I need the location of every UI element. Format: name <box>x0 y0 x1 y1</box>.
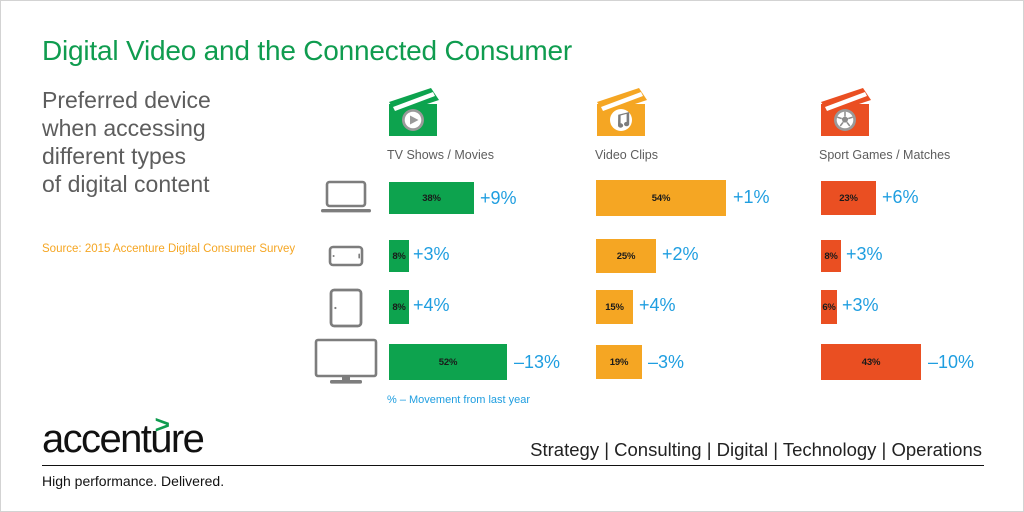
clapperboard-music-icon <box>597 88 647 136</box>
accenture-tagline: High performance. Delivered. <box>42 473 225 489</box>
delta-sport-games-smartphone: +3% <box>846 244 883 264</box>
column-label-video-clips: Video Clips <box>595 148 659 162</box>
bar-tv-shows-laptop[interactable]: 38% <box>389 182 474 214</box>
bar-value: 8% <box>824 250 838 262</box>
smartphone-icon <box>328 245 364 267</box>
bar-sport-games-laptop[interactable]: 23% <box>821 181 876 215</box>
source-note: Source: 2015 Accenture Digital Consumer … <box>42 243 296 255</box>
delta-sport-games-television: –10% <box>928 352 975 372</box>
clapperboard-sports-icon <box>821 88 871 136</box>
laptop-icon <box>321 180 371 213</box>
bar-video-clips-laptop[interactable]: 54% <box>596 180 726 216</box>
bar-value: 25% <box>616 250 636 262</box>
bar-value: 8% <box>392 250 406 262</box>
bar-video-clips-tablet[interactable]: 15% <box>596 290 633 324</box>
delta-tv-shows-laptop: +9% <box>480 188 517 208</box>
infographic-canvas: Digital Video and the Connected Consumer… <box>0 0 1024 512</box>
bar-sport-games-television[interactable]: 43% <box>821 344 921 380</box>
subtitle-line-1: Preferred device <box>42 87 211 113</box>
bar-sport-games-tablet[interactable]: 6% <box>821 290 837 324</box>
bar-value: 43% <box>861 356 881 368</box>
footer-divider <box>42 465 984 466</box>
delta-sport-games-tablet: +3% <box>842 295 879 315</box>
tablet-icon <box>329 288 363 328</box>
bar-value: 8% <box>392 301 406 313</box>
bar-tv-shows-television[interactable]: 52% <box>389 344 507 380</box>
bar-value: 23% <box>839 192 858 204</box>
accenture-logo: accenture > <box>42 413 205 461</box>
accenture-wordmark: accenture <box>42 417 205 461</box>
clapperboard-play-icon <box>389 88 439 136</box>
page-title: Digital Video and the Connected Consumer <box>42 35 573 66</box>
bar-value: 52% <box>438 356 458 368</box>
subtitle-line-3: different types <box>42 143 187 169</box>
bar-video-clips-smartphone[interactable]: 25% <box>596 239 656 273</box>
delta-sport-games-laptop: +6% <box>882 187 919 207</box>
bar-value: 15% <box>605 301 624 313</box>
delta-tv-shows-smartphone: +3% <box>413 244 450 264</box>
bar-value: 54% <box>651 192 671 204</box>
bar-value: 38% <box>422 192 441 204</box>
bar-value: 6% <box>822 301 836 313</box>
subtitle-line-4: of digital content <box>42 171 210 197</box>
delta-video-clips-laptop: +1% <box>733 187 770 207</box>
bar-value: 19% <box>609 356 629 368</box>
accenture-arrow-icon: > <box>154 411 170 439</box>
bar-tv-shows-smartphone[interactable]: 8% <box>389 240 409 272</box>
delta-tv-shows-tablet: +4% <box>413 295 450 315</box>
television-icon <box>314 338 378 384</box>
bar-tv-shows-tablet[interactable]: 8% <box>389 290 409 324</box>
delta-video-clips-tablet: +4% <box>639 295 676 315</box>
delta-video-clips-smartphone: +2% <box>662 244 699 264</box>
column-label-sport-games: Sport Games / Matches <box>819 148 951 162</box>
column-label-tv-shows: TV Shows / Movies <box>387 148 494 162</box>
legend-footnote: % – Movement from last year <box>387 394 531 406</box>
subtitle-line-2: when accessing <box>42 115 206 141</box>
delta-video-clips-television: –3% <box>648 352 685 372</box>
bar-video-clips-television[interactable]: 19% <box>596 345 642 379</box>
subtitle-block: Preferred device when accessing differen… <box>42 86 342 198</box>
services-list: Strategy | Consulting | Digital | Techno… <box>530 439 982 460</box>
bar-sport-games-smartphone[interactable]: 8% <box>821 240 841 272</box>
delta-tv-shows-television: –13% <box>514 352 561 372</box>
